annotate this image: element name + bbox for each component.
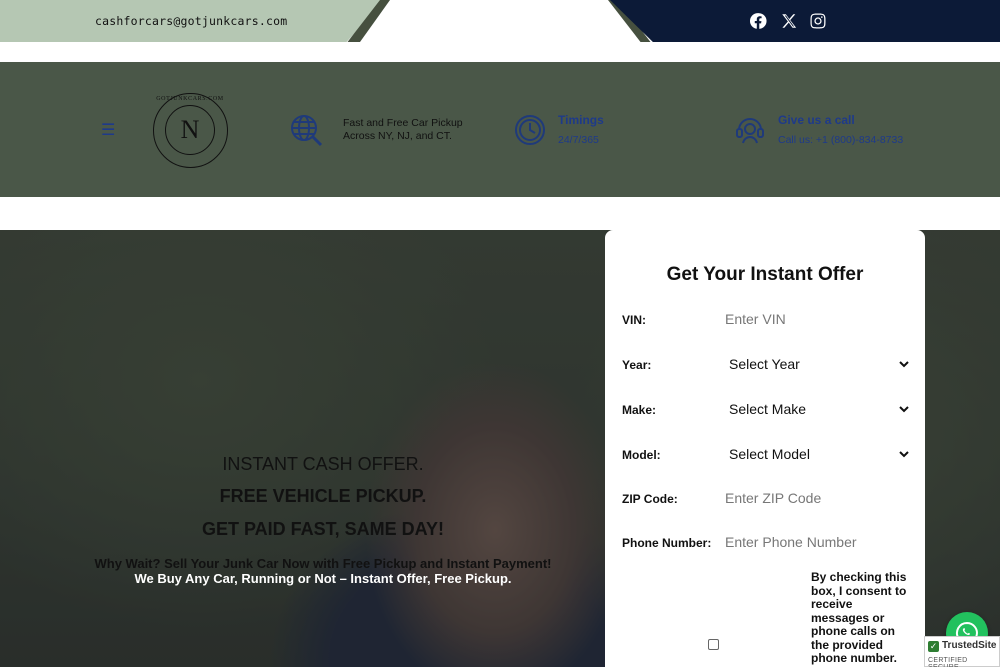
phone-label: Phone Number:: [622, 536, 712, 550]
instant-offer-form: Get Your Instant Offer VIN: Year: Select…: [605, 230, 925, 667]
hero-headline-3: GET PAID FAST, SAME DAY!: [201, 519, 445, 539]
model-select-value: Select Model: [729, 446, 810, 462]
pickup-line1: Fast and Free Car Pickup: [343, 117, 463, 129]
make-select-value: Select Make: [729, 401, 807, 417]
facebook-icon[interactable]: [748, 11, 768, 31]
make-select[interactable]: Select Make: [725, 395, 915, 423]
vin-input[interactable]: [725, 305, 915, 333]
model-select[interactable]: Select Model: [725, 440, 915, 468]
logo-letter: N: [165, 105, 215, 155]
trust-badge-name: TrustedSite: [942, 640, 997, 651]
instagram-icon[interactable]: [808, 11, 828, 31]
vin-label: VIN:: [622, 313, 646, 327]
form-title: Get Your Instant Offer: [666, 264, 864, 285]
top-bar-right-panel: [610, 0, 1000, 42]
zip-input[interactable]: [725, 484, 915, 512]
chevron-down-icon: [899, 451, 909, 458]
call-phone-link[interactable]: Call us: +1 (800)-834-8733: [778, 134, 903, 146]
logo-ring-text: GOTJUNKCARS.COM: [156, 96, 224, 102]
call-title: Give us a call: [778, 113, 855, 127]
trust-badge-sub: CERTIFIED SECURE: [928, 657, 968, 667]
headset-icon: [733, 112, 767, 146]
year-select-value: Select Year: [729, 356, 800, 372]
timings-subtitle: 24/7/365: [558, 134, 599, 146]
site-header: [0, 62, 1000, 197]
clock-icon: [513, 113, 547, 147]
trusted-site-badge[interactable]: ✓ TrustedSite CERTIFIED SECURE: [924, 636, 1000, 667]
chevron-down-icon: [899, 361, 909, 368]
consent-checkbox[interactable]: [708, 639, 719, 650]
pickup-line2: Across NY, NJ, and CT.: [343, 130, 452, 142]
hero-headline-1: INSTANT CASH OFFER.: [222, 454, 424, 474]
make-label: Make:: [622, 403, 657, 417]
check-icon: ✓: [928, 641, 939, 652]
hero-subtext-1: Why Wait? Sell Your Junk Car Now with Fr…: [94, 556, 552, 571]
chevron-down-icon: [899, 406, 909, 413]
timings-title: Timings: [558, 113, 604, 127]
hero-headline-2: FREE VEHICLE PICKUP.: [219, 486, 427, 506]
zip-label: ZIP Code:: [622, 492, 678, 506]
year-label: Year:: [622, 358, 652, 372]
hamburger-menu-icon[interactable]: ☰: [101, 120, 115, 139]
model-label: Model:: [622, 448, 661, 462]
x-icon[interactable]: [779, 11, 799, 31]
consent-text: By checking this box, I consent to recei…: [811, 570, 907, 665]
hero-subtext-2: We Buy Any Car, Running or Not – Instant…: [134, 571, 512, 586]
site-logo[interactable]: GOTJUNKCARS.COM N: [153, 93, 228, 168]
phone-input[interactable]: [725, 528, 915, 556]
year-select[interactable]: Select Year: [725, 350, 915, 378]
globe-search-icon: [289, 113, 323, 147]
email-link[interactable]: cashforcars@gotjunkcars.com: [95, 14, 287, 28]
